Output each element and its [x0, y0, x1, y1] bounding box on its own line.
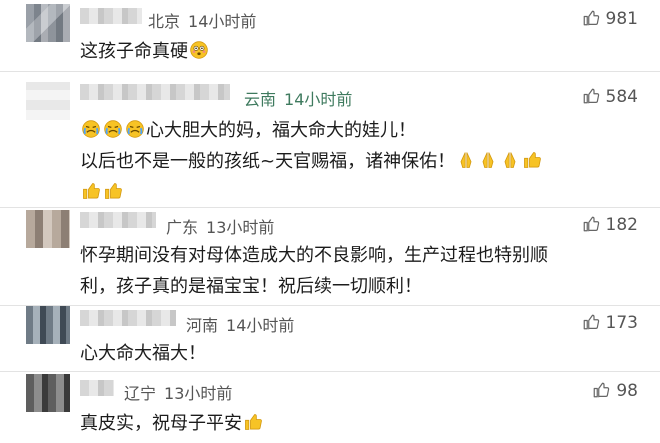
- username-blurred[interactable]: [80, 8, 142, 24]
- avatar[interactable]: [26, 82, 70, 120]
- like-count: 173: [605, 313, 638, 333]
- comment-line: 以后也不是一般的孩纸~天官赐福，诸神保佑！: [80, 151, 456, 172]
- flushed-face-icon: [189, 40, 209, 60]
- comment-meta: 辽宁 13小时前: [124, 380, 232, 404]
- like-button[interactable]: 981: [582, 9, 638, 29]
- comment-meta: 广东 13小时前: [166, 214, 274, 238]
- crying-face-icon: [103, 119, 123, 139]
- avatar[interactable]: [26, 4, 70, 42]
- like-button[interactable]: 173: [582, 313, 638, 333]
- like-button[interactable]: 98: [592, 381, 638, 401]
- like-count: 584: [605, 87, 638, 107]
- timestamp: 13小时前: [164, 384, 233, 403]
- username-blurred[interactable]: [80, 310, 176, 326]
- praying-hands-icon: [500, 150, 520, 170]
- like-button[interactable]: 182: [582, 215, 638, 235]
- avatar[interactable]: [26, 374, 70, 412]
- comment-text: 怀孕期间没有对母体造成大的不良影响，生产过程也特别顺 利，孩子真的是福宝宝！祝后…: [80, 240, 548, 302]
- timestamp: 14小时前: [226, 316, 295, 335]
- thumbs-up-icon: [81, 181, 101, 201]
- location-label: 河南: [186, 316, 219, 335]
- avatar[interactable]: [26, 306, 70, 344]
- avatar[interactable]: [26, 210, 70, 248]
- thumbs-up-icon: [582, 87, 600, 105]
- thumbs-up-icon: [522, 150, 542, 170]
- comment-text: 这孩子命真硬: [80, 36, 210, 67]
- comment-text: 心大命大福大！: [80, 338, 206, 369]
- comment-text: 心大胆大的妈，福大命大的娃儿！ 以后也不是一般的孩纸~天官赐福，诸神保佑！: [80, 115, 543, 208]
- timestamp: 14小时前: [284, 90, 353, 109]
- thumbs-up-icon: [243, 412, 263, 432]
- thumbs-up-icon: [592, 381, 610, 399]
- comment-line: 怀孕期间没有对母体造成大的不良影响，生产过程也特别顺: [80, 245, 548, 266]
- location-label: 北京: [148, 12, 181, 31]
- comment-feed: 北京 14小时前 981 这孩子命真硬 云南 14小时前 584 心大胆大的妈，福大…: [0, 0, 660, 443]
- comment-meta: 云南 14小时前: [244, 86, 352, 110]
- thumbs-up-icon: [582, 9, 600, 27]
- thumbs-up-icon: [582, 313, 600, 331]
- comment-text: 真皮实，祝母子平安: [80, 408, 264, 439]
- comment-item: 河南 14小时前 173 心大命大福大！: [0, 306, 660, 372]
- timestamp: 14小时前: [188, 12, 257, 31]
- comment-item: 广东 13小时前 182 怀孕期间没有对母体造成大的不良影响，生产过程也特别顺 利…: [0, 208, 660, 306]
- comment-item: 辽宁 13小时前 98 真皮实，祝母子平安: [0, 372, 660, 443]
- comment-meta: 北京 14小时前: [148, 8, 256, 32]
- thumbs-up-icon: [103, 181, 123, 201]
- praying-hands-icon: [478, 150, 498, 170]
- like-count: 182: [605, 215, 638, 235]
- like-count: 98: [616, 381, 638, 401]
- comment-item: 北京 14小时前 981 这孩子命真硬: [0, 0, 660, 72]
- crying-face-icon: [81, 119, 101, 139]
- comment-line: 这孩子命真硬: [80, 41, 188, 62]
- comment-line: 心大胆大的妈，福大命大的娃儿！: [146, 120, 416, 141]
- like-count: 981: [605, 9, 638, 29]
- timestamp: 13小时前: [206, 218, 275, 237]
- comment-meta: 河南 14小时前: [186, 312, 294, 336]
- comment-item: 云南 14小时前 584 心大胆大的妈，福大命大的娃儿！ 以后也不是一般的孩纸~天…: [0, 72, 660, 208]
- crying-face-icon: [125, 119, 145, 139]
- praying-hands-icon: [456, 150, 476, 170]
- location-label: 云南: [244, 90, 277, 109]
- thumbs-up-icon: [582, 215, 600, 233]
- username-blurred[interactable]: [80, 212, 156, 228]
- location-label: 辽宁: [124, 384, 157, 403]
- comment-line: 真皮实，祝母子平安: [80, 413, 242, 434]
- like-button[interactable]: 584: [582, 87, 638, 107]
- username-blurred[interactable]: [80, 84, 230, 100]
- comment-line: 利，孩子真的是福宝宝！祝后续一切顺利！: [80, 276, 422, 297]
- location-label: 广东: [166, 218, 199, 237]
- username-blurred[interactable]: [80, 380, 114, 396]
- comment-line: 心大命大福大！: [80, 343, 206, 364]
